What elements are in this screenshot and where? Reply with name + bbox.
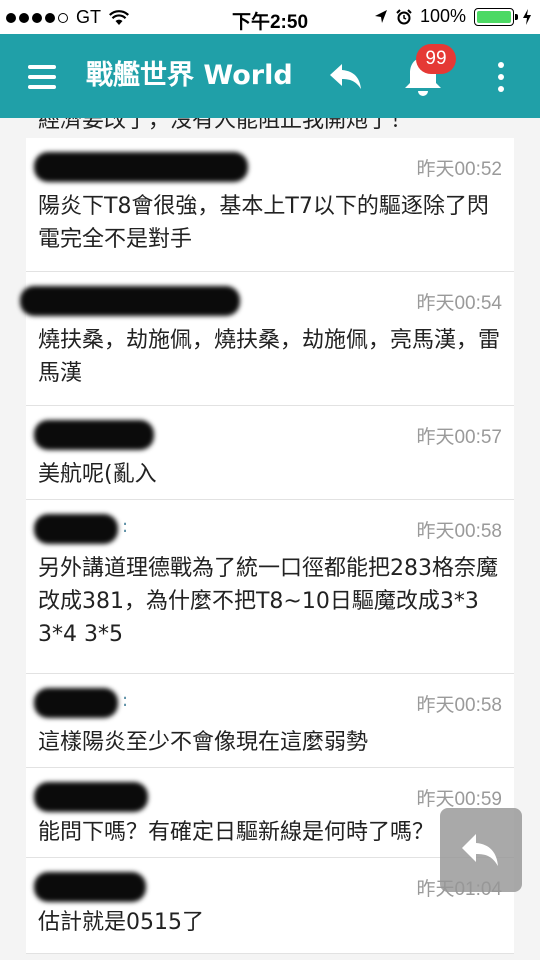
status-left: GT <box>6 7 129 28</box>
status-bar: GT 下午2:50 100% <box>0 0 540 34</box>
comment-time: 昨天00:54 <box>416 293 502 314</box>
forum-title: 戰艦世界 World <box>86 60 293 91</box>
redacted-username <box>34 872 146 902</box>
comment-time: 昨天00:58 <box>416 521 502 542</box>
username-colon: : <box>122 690 129 711</box>
app-bar: 戰艦世界 World 99 <box>0 34 540 118</box>
comment-time: 昨天00:52 <box>416 159 502 180</box>
comment-time: 昨天00:58 <box>416 695 502 716</box>
redacted-username <box>20 286 240 316</box>
redacted-username <box>34 514 118 544</box>
redacted-username <box>34 782 148 812</box>
comment-time: 昨天00:59 <box>416 789 502 810</box>
comment-text: 另外講道理德戰為了統一口徑都能把283格奈魔改成381，為什麼不把T8~10日驅… <box>38 556 498 647</box>
wifi-icon <box>109 9 129 25</box>
comment-text: 美航呢(亂入 <box>38 462 157 487</box>
signal-strength-icon <box>6 12 68 23</box>
comment-text: 估計就是0515了 <box>38 910 204 935</box>
notification-badge: 99 <box>416 44 456 74</box>
comment-text: 燒扶桑，劫施佩，燒扶桑，劫施佩，亮馬漢，雷馬漢 <box>38 328 501 386</box>
comment-time: 昨天00:57 <box>416 427 502 448</box>
location-arrow-icon <box>374 9 387 23</box>
redacted-username <box>34 152 248 182</box>
comment-text: 能問下嗎？有確定日驅新線是何時了嗎？ <box>38 820 435 845</box>
floating-reply-button[interactable] <box>440 808 522 892</box>
reply-icon <box>462 834 498 866</box>
carrier-label: GT <box>76 7 101 27</box>
comment-text: 陽炎下T8會很強，基本上T7以下的驅逐除了閃電完全不是對手 <box>38 194 489 252</box>
comment-text: 這樣陽炎至少不會像現在這麼弱勢 <box>38 730 369 755</box>
username-colon: : <box>122 516 129 537</box>
more-options-icon[interactable] <box>494 62 508 92</box>
comment-card: : 昨天00:58 另外講道理德戰為了統一口徑都能把283格奈魔改成381，為什… <box>26 500 514 674</box>
comment-card: 昨天00:54 燒扶桑，劫施佩，燒扶桑，劫施佩，亮馬漢，雷馬漢 <box>20 272 514 406</box>
hamburger-menu-icon[interactable] <box>28 65 56 89</box>
comment-card: 昨天00:57 美航呢(亂入 <box>26 406 514 500</box>
battery-percent: 100% <box>419 6 466 26</box>
alarm-icon <box>396 8 412 24</box>
comment-card: : 昨天00:58 這樣陽炎至少不會像現在這麼弱勢 <box>26 674 514 768</box>
redacted-username <box>34 420 154 450</box>
status-right: 100% <box>374 6 532 27</box>
previous-comment-text: 經濟要改了，沒有人能阻止我開炮了！ <box>38 118 413 133</box>
charging-bolt-icon <box>523 8 531 25</box>
battery-icon <box>474 7 518 26</box>
redacted-username <box>34 688 118 718</box>
reply-icon[interactable] <box>326 56 366 96</box>
comment-card: 昨天00:52 陽炎下T8會很強，基本上T7以下的驅逐除了閃電完全不是對手 <box>26 138 514 272</box>
